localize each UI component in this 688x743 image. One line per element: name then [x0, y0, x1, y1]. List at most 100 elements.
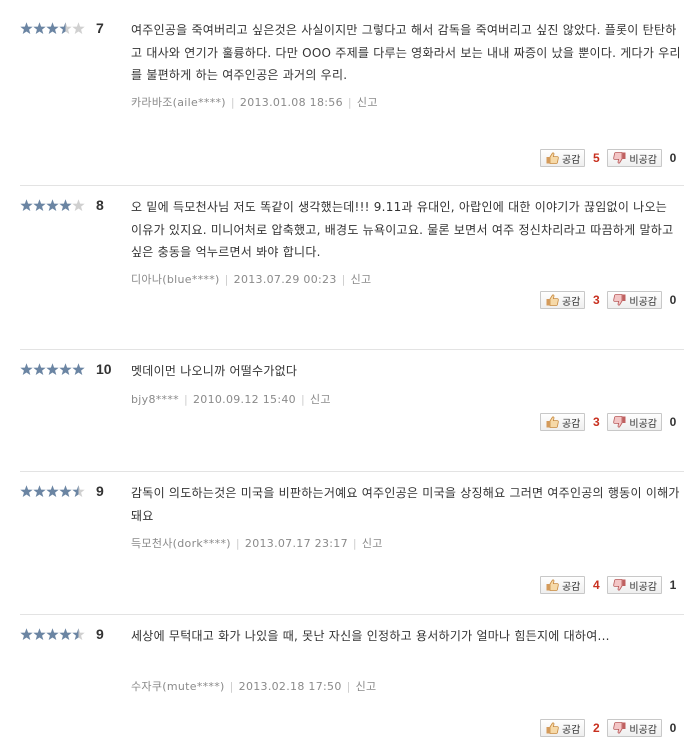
- star-rating: [20, 485, 85, 499]
- like-label: 공감: [561, 581, 581, 593]
- meta-divider: |: [347, 96, 352, 109]
- star-icon: [20, 485, 33, 498]
- review-meta: 디아나(blue****) | 2013.07.29 00:23 | 신고: [131, 271, 371, 287]
- vote-controls: 공감 2 비공감 0: [539, 718, 684, 738]
- thumbs-down-icon: [613, 416, 626, 428]
- like-count: 5: [593, 151, 600, 165]
- review-date: 2013.07.29 00:23: [233, 273, 337, 286]
- star-icon: [20, 363, 33, 376]
- star-icon: [20, 628, 33, 641]
- dislike-label: 비공감: [629, 581, 657, 593]
- star-icon: [46, 199, 59, 212]
- star-icon: [33, 199, 46, 212]
- dislike-count: 1: [669, 578, 677, 592]
- like-button[interactable]: 공감: [539, 149, 586, 167]
- dislike-count: 0: [669, 721, 677, 735]
- rating-score: 9: [96, 626, 104, 642]
- thumbs-down-icon: [613, 579, 626, 591]
- star-icon: [46, 485, 59, 498]
- star-rating: [20, 22, 85, 36]
- star-icon: [59, 485, 72, 498]
- rating-score: 8: [96, 197, 104, 213]
- report-link[interactable]: 신고: [310, 393, 331, 406]
- dislike-button[interactable]: 비공감: [607, 719, 662, 737]
- thumbs-up-icon: [546, 152, 559, 164]
- review-meta: 득모천사(dork****) | 2013.07.17 23:17 | 신고: [131, 535, 383, 551]
- review-item: 10 멧데이먼 나오니까 어떨수가없다 bjy8**** | 2010.09.12 15…: [20, 361, 684, 472]
- meta-divider: |: [229, 680, 234, 693]
- vote-controls: 공감 4 비공감 1: [539, 575, 684, 595]
- author-name[interactable]: 디아나(blue****): [131, 273, 220, 286]
- meta-divider: |: [230, 96, 235, 109]
- thumbs-up-icon: [546, 416, 559, 428]
- like-button[interactable]: 공감: [539, 291, 586, 309]
- meta-divider: |: [183, 393, 188, 406]
- star-icon: [46, 22, 59, 35]
- report-link[interactable]: 신고: [356, 680, 377, 693]
- author-name[interactable]: 카라바조(aile****): [131, 96, 226, 109]
- star-icon: [72, 199, 85, 212]
- star-icon: [33, 363, 46, 376]
- like-count: 2: [593, 721, 600, 735]
- report-link[interactable]: 신고: [351, 273, 372, 286]
- dislike-label: 비공감: [629, 154, 657, 166]
- dislike-button[interactable]: 비공감: [607, 576, 662, 594]
- like-label: 공감: [561, 724, 581, 736]
- dislike-count: 0: [669, 293, 677, 307]
- vote-controls: 공감 3 비공감 0: [539, 290, 684, 310]
- like-button[interactable]: 공감: [539, 719, 586, 737]
- review-item: 8 오 밑에 득모천사님 저도 똑같이 생각했는데!!! 9.11과 유대인, 아…: [20, 197, 684, 350]
- star-icon: [59, 363, 72, 376]
- review-item: 9 세상에 무턱대고 화가 나있을 때, 못난 자신을 인정하고 용서하기가 얼마…: [20, 626, 684, 737]
- star-icon: [20, 22, 33, 35]
- like-count: 4: [593, 578, 600, 592]
- review-item: 7 여주인공을 죽여버리고 싶은것은 사실이지만 그렇다고 해서 감독을 죽여버리…: [20, 20, 684, 186]
- dislike-label: 비공감: [629, 418, 657, 430]
- review-date: 2010.09.12 15:40: [192, 393, 296, 406]
- star-icon: [46, 363, 59, 376]
- star-icon: [72, 485, 85, 498]
- review-meta: bjy8**** | 2010.09.12 15:40 | 신고: [131, 391, 331, 407]
- like-label: 공감: [561, 418, 581, 430]
- like-count: 3: [593, 293, 600, 307]
- dislike-button[interactable]: 비공감: [607, 149, 662, 167]
- star-icon: [59, 199, 72, 212]
- review-meta: 카라바조(aile****) | 2013.01.08 18:56 | 신고: [131, 94, 378, 110]
- rating-score: 7: [96, 20, 104, 36]
- dislike-button[interactable]: 비공감: [607, 413, 662, 431]
- thumbs-up-icon: [546, 722, 559, 734]
- star-rating: [20, 628, 85, 642]
- author-name[interactable]: 득모천사(dork****): [131, 537, 231, 550]
- thumbs-up-icon: [546, 579, 559, 591]
- star-icon: [72, 22, 85, 35]
- star-icon: [46, 628, 59, 641]
- dislike-button[interactable]: 비공감: [607, 291, 662, 309]
- star-icon: [20, 199, 33, 212]
- star-icon: [59, 628, 72, 641]
- author-name[interactable]: 수자쿠(mute****): [131, 680, 225, 693]
- thumbs-down-icon: [613, 722, 626, 734]
- star-icon: [33, 485, 46, 498]
- meta-divider: |: [341, 273, 346, 286]
- thumbs-up-icon: [546, 294, 559, 306]
- vote-controls: 공감 5 비공감 0: [539, 148, 684, 168]
- rating-score: 10: [96, 361, 112, 377]
- like-button[interactable]: 공감: [539, 413, 586, 431]
- review-text: 세상에 무턱대고 화가 나있을 때, 못난 자신을 인정하고 용서하기가 얼마나…: [131, 629, 610, 643]
- star-icon: [33, 628, 46, 641]
- author-name[interactable]: bjy8****: [131, 393, 179, 406]
- review-date: 2013.01.08 18:56: [239, 96, 343, 109]
- meta-divider: |: [346, 680, 351, 693]
- like-button[interactable]: 공감: [539, 576, 586, 594]
- thumbs-down-icon: [613, 152, 626, 164]
- review-date: 2013.02.18 17:50: [238, 680, 342, 693]
- report-link[interactable]: 신고: [357, 96, 378, 109]
- rating-score: 9: [96, 483, 104, 499]
- report-link[interactable]: 신고: [362, 537, 383, 550]
- star-rating: [20, 363, 85, 377]
- star-icon: [59, 22, 72, 35]
- meta-divider: |: [352, 537, 357, 550]
- like-label: 공감: [561, 296, 581, 308]
- star-icon: [72, 628, 85, 641]
- dislike-count: 0: [669, 415, 677, 429]
